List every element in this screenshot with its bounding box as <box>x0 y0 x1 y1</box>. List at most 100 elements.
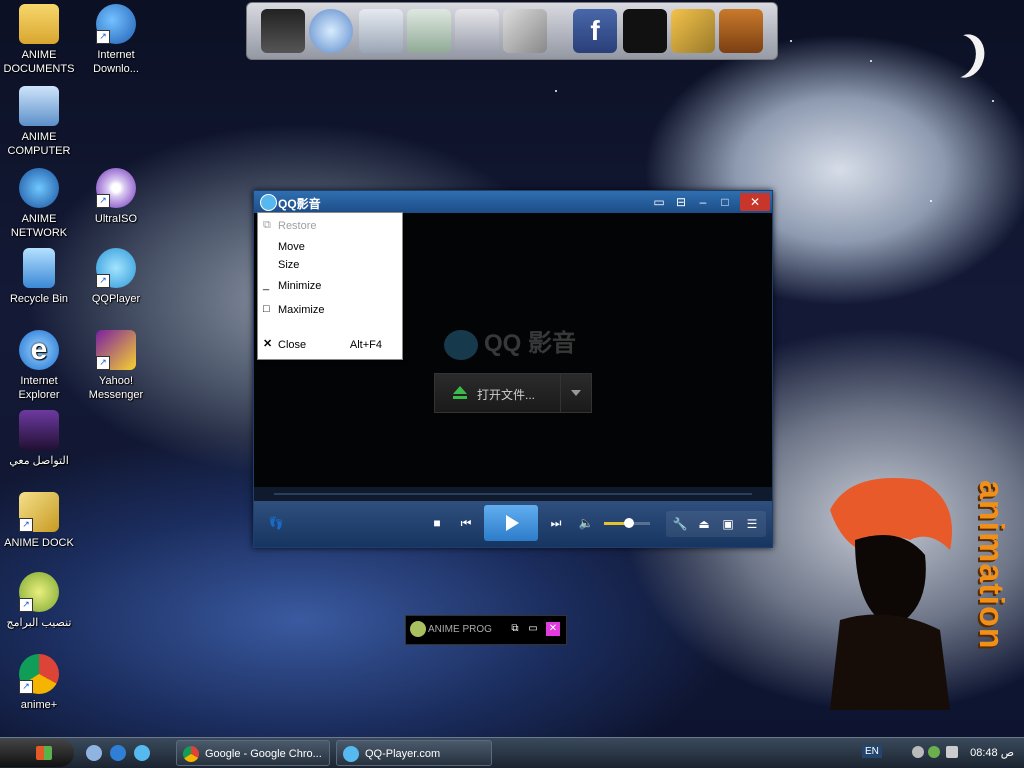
brand-logo: QQ 影音 <box>444 323 576 360</box>
volume-tray-icon[interactable] <box>946 746 958 758</box>
music-folder-icon[interactable] <box>407 9 451 53</box>
pictures-folder-icon[interactable] <box>455 9 499 53</box>
desktop-icon-qqplayer[interactable]: ↗ QQPlayer <box>79 248 153 306</box>
desktop-icon-anime-dock[interactable]: ↗ ANIME DOCK <box>2 492 76 550</box>
chrome-icon: ↗ <box>19 654 59 694</box>
desktop-icon-ultraiso[interactable]: ↗ UltraISO <box>79 168 153 226</box>
desktop-icon-label: Recycle Bin <box>9 293 69 305</box>
desktop-icon-label: ANIME DOCUMENTS <box>3 49 75 75</box>
volume-knob[interactable] <box>624 518 634 528</box>
mini-mode-icon[interactable]: ⊟ <box>670 193 692 211</box>
network-tray-icon[interactable] <box>928 746 940 758</box>
facebook-icon[interactable]: f <box>573 9 617 53</box>
control-bar: 👣 ■ ⏮ ⏭ 🔈 🔧 ⏏ ▣ ☰ <box>254 501 772 547</box>
restore-icon[interactable]: ⧉ <box>508 622 522 636</box>
moon <box>942 30 990 83</box>
desktop-icon-anime-computer[interactable]: ANIME COMPUTER <box>2 86 76 158</box>
open-file-dropdown[interactable] <box>560 374 591 412</box>
qqplayer-icon: ↗ <box>96 248 136 288</box>
desktop-icon-contact[interactable]: التواصل معي <box>2 410 76 468</box>
download-manager-icon: ↗ <box>96 4 136 44</box>
show-desktop-icon[interactable] <box>86 745 102 761</box>
anime-character-silhouette <box>830 478 952 710</box>
menu-item-minimize[interactable]: _ Minimize <box>258 277 402 295</box>
star <box>790 40 792 42</box>
desktop-icon-anime-documents[interactable]: ANIME DOCUMENTS <box>2 4 76 76</box>
prev-icon[interactable]: ⏮ <box>456 513 476 533</box>
globe-icon[interactable] <box>309 9 353 53</box>
chat-icon[interactable]: ▭ <box>648 193 670 211</box>
restore-icon: ⧉ <box>263 219 271 231</box>
star <box>930 200 932 202</box>
desktop-icon-label: ANIME COMPUTER <box>7 131 71 157</box>
menu-item-restore: ⧉ Restore <box>263 219 317 233</box>
messenger-tray-icon[interactable] <box>912 746 924 758</box>
qqplayer-icon[interactable] <box>260 194 277 211</box>
desktop-icon-label: ANIME DOCK <box>4 537 74 549</box>
open-file-button[interactable]: 打开文件... <box>434 373 592 413</box>
desktop-icon-anime-network[interactable]: ANIME NETWORK <box>2 168 76 240</box>
desktop-icon-label: Yahoo! Messenger <box>88 375 144 401</box>
tshirt-icon[interactable] <box>623 9 667 53</box>
maximize-icon[interactable]: □ <box>714 193 736 211</box>
desktop-icon-label: Internet Explorer <box>18 375 60 401</box>
maximize-icon[interactable]: ▭ <box>526 622 540 636</box>
volume-icon[interactable]: 🔈 <box>576 513 596 533</box>
brand-vertical-text: animation <box>972 480 1010 650</box>
title-bar[interactable]: QQ影音 ▭ ⊟ – □ ✕ <box>254 191 772 213</box>
qqplayer-icon[interactable] <box>134 745 150 761</box>
desktop-icon-label: Internet Downlo... <box>93 49 139 75</box>
close-icon: ✕ <box>263 338 273 350</box>
menu-item-move[interactable]: Move <box>258 238 402 256</box>
footprint-icon[interactable]: 👣 <box>266 513 286 533</box>
taskbar-task-chrome[interactable]: Google - Google Chro... <box>176 740 330 766</box>
close-icon[interactable]: ✕ <box>546 622 560 636</box>
clock[interactable]: 08:48 ص <box>970 746 1014 759</box>
top-dock: f <box>246 2 778 60</box>
language-indicator[interactable]: EN <box>862 745 882 758</box>
taskbar-task-qqplayer[interactable]: QQ-Player.com <box>336 740 492 766</box>
menu-item-maximize[interactable]: □ Maximize <box>258 301 402 319</box>
close-icon[interactable]: ✕ <box>740 193 770 211</box>
desktop-icon-internet-explorer[interactable]: e Internet Explorer <box>2 330 76 402</box>
start-button[interactable] <box>0 739 74 767</box>
tool-buttons: 🔧 ⏏ ▣ ☰ <box>666 511 766 537</box>
play-button[interactable] <box>484 505 538 541</box>
window-context-menu: ⧉ Restore Move Size _ Minimize □ Maximize ✕… <box>257 212 403 360</box>
eject-icon[interactable]: ⏏ <box>694 514 714 534</box>
desktop-icon-yahoo-messenger[interactable]: ↗ Yahoo! Messenger <box>79 330 153 402</box>
volume-slider[interactable] <box>604 518 650 528</box>
hammer-icon[interactable] <box>671 9 715 53</box>
windows-logo-icon <box>36 746 52 760</box>
seek-bar[interactable] <box>254 487 772 501</box>
anime-prog-widget[interactable]: ANIME PROG ⧉ ▭ ✕ <box>405 615 567 645</box>
menu-item-size[interactable]: Size <box>258 256 402 274</box>
network-icon <box>19 168 59 208</box>
desktop-icon-recycle-bin[interactable]: Recycle Bin <box>2 248 76 306</box>
star <box>555 90 557 92</box>
next-icon[interactable]: ⏭ <box>546 513 566 533</box>
star <box>992 100 994 102</box>
disc-icon: ↗ <box>96 168 136 208</box>
window-title: QQ影音 <box>278 197 321 211</box>
desktop-icon-installer[interactable]: ↗ تنصيب البرامج <box>2 572 76 630</box>
desktop-icon-anime-plus[interactable]: ↗ anime+ <box>2 654 76 712</box>
maximize-icon: □ <box>263 303 270 315</box>
minimize-icon[interactable]: – <box>692 193 714 211</box>
folder-icon[interactable] <box>359 9 403 53</box>
installer-icon: ↗ <box>19 572 59 612</box>
bucket-icon[interactable] <box>719 9 763 53</box>
naruto-monitor-icon[interactable] <box>261 9 305 53</box>
menu-item-close[interactable]: ✕ Close Alt+F4 <box>258 336 402 354</box>
tools-icon[interactable] <box>503 9 547 53</box>
dock-icon: ↗ <box>19 492 59 532</box>
stop-icon[interactable]: ■ <box>427 513 447 533</box>
playlist-icon[interactable]: ☰ <box>742 514 762 534</box>
desktop-icon-internet-download[interactable]: ↗ Internet Downlo... <box>79 4 153 76</box>
ie-icon: e <box>19 330 59 370</box>
ie-icon[interactable] <box>110 745 126 761</box>
settings-icon[interactable]: 🔧 <box>670 514 690 534</box>
screen-icon[interactable]: ▣ <box>718 514 738 534</box>
desktop-icon-label: ANIME NETWORK <box>10 213 68 239</box>
qqplayer-icon <box>343 746 359 762</box>
